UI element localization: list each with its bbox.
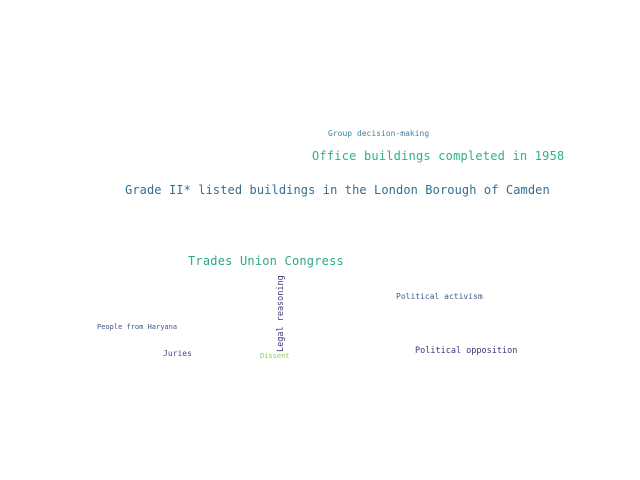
word-political-activism: Political activism bbox=[396, 292, 483, 301]
word-dissent: Dissent bbox=[260, 352, 290, 360]
word-people-from-haryana: People from Haryana bbox=[97, 323, 178, 331]
word-trades-union-congress: Trades Union Congress bbox=[188, 254, 344, 268]
word-cloud: Group decision-making Office buildings c… bbox=[0, 0, 640, 480]
word-legal-reasoning: Legal reasoning bbox=[276, 275, 286, 352]
word-political-opposition: Political opposition bbox=[415, 346, 518, 356]
word-group-decision-making: Group decision-making bbox=[328, 129, 430, 138]
word-grade-ii-listed-buildings-camden: Grade II* listed buildings in the London… bbox=[125, 183, 550, 197]
word-office-buildings-completed-1958: Office buildings completed in 1958 bbox=[312, 149, 565, 163]
word-juries: Juries bbox=[163, 349, 192, 358]
